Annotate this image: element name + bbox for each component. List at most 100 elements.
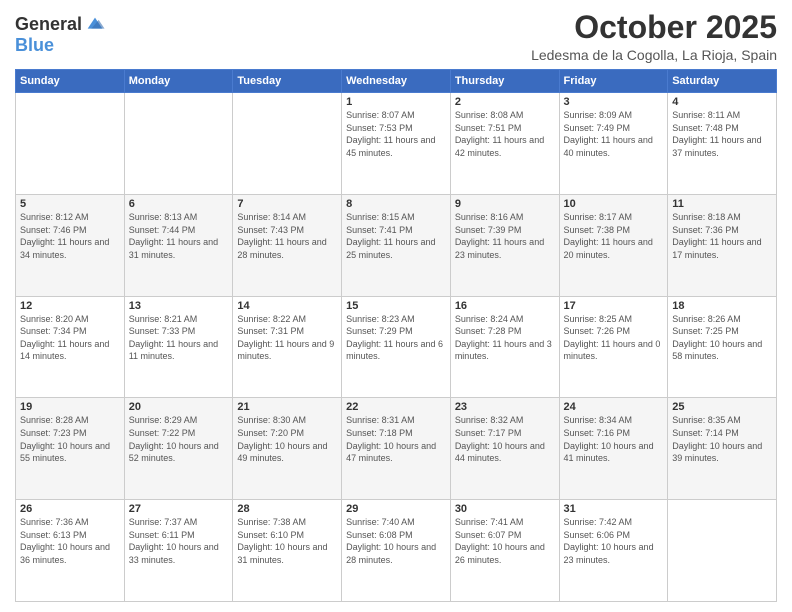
day-info: Sunrise: 8:08 AM Sunset: 7:51 PM Dayligh…	[455, 109, 555, 159]
calendar-cell: 14Sunrise: 8:22 AM Sunset: 7:31 PM Dayli…	[233, 296, 342, 398]
day-number: 11	[672, 198, 772, 210]
day-info: Sunrise: 7:36 AM Sunset: 6:13 PM Dayligh…	[20, 516, 120, 566]
day-number: 29	[346, 503, 446, 515]
day-number: 27	[129, 503, 229, 515]
day-number: 6	[129, 198, 229, 210]
calendar-cell: 24Sunrise: 8:34 AM Sunset: 7:16 PM Dayli…	[559, 398, 668, 500]
day-number: 22	[346, 401, 446, 413]
logo-text-general: General	[15, 15, 82, 35]
logo: General Blue	[15, 14, 106, 56]
day-info: Sunrise: 8:28 AM Sunset: 7:23 PM Dayligh…	[20, 414, 120, 464]
day-info: Sunrise: 8:13 AM Sunset: 7:44 PM Dayligh…	[129, 211, 229, 261]
day-info: Sunrise: 8:35 AM Sunset: 7:14 PM Dayligh…	[672, 414, 772, 464]
day-info: Sunrise: 7:40 AM Sunset: 6:08 PM Dayligh…	[346, 516, 446, 566]
calendar-cell: 31Sunrise: 7:42 AM Sunset: 6:06 PM Dayli…	[559, 500, 668, 602]
calendar-cell: 28Sunrise: 7:38 AM Sunset: 6:10 PM Dayli…	[233, 500, 342, 602]
day-header-wednesday: Wednesday	[342, 70, 451, 93]
day-info: Sunrise: 8:18 AM Sunset: 7:36 PM Dayligh…	[672, 211, 772, 261]
day-info: Sunrise: 8:31 AM Sunset: 7:18 PM Dayligh…	[346, 414, 446, 464]
calendar-cell: 3Sunrise: 8:09 AM Sunset: 7:49 PM Daylig…	[559, 93, 668, 195]
day-info: Sunrise: 7:42 AM Sunset: 6:06 PM Dayligh…	[564, 516, 664, 566]
logo-icon	[84, 14, 106, 36]
title-area: October 2025 Ledesma de la Cogolla, La R…	[531, 10, 777, 63]
day-header-thursday: Thursday	[450, 70, 559, 93]
day-number: 19	[20, 401, 120, 413]
day-number: 23	[455, 401, 555, 413]
day-number: 28	[237, 503, 337, 515]
day-info: Sunrise: 8:25 AM Sunset: 7:26 PM Dayligh…	[564, 313, 664, 363]
day-info: Sunrise: 8:34 AM Sunset: 7:16 PM Dayligh…	[564, 414, 664, 464]
day-header-monday: Monday	[124, 70, 233, 93]
day-number: 25	[672, 401, 772, 413]
calendar-cell	[668, 500, 777, 602]
calendar-cell: 27Sunrise: 7:37 AM Sunset: 6:11 PM Dayli…	[124, 500, 233, 602]
day-info: Sunrise: 7:38 AM Sunset: 6:10 PM Dayligh…	[237, 516, 337, 566]
calendar-cell: 30Sunrise: 7:41 AM Sunset: 6:07 PM Dayli…	[450, 500, 559, 602]
calendar-cell: 9Sunrise: 8:16 AM Sunset: 7:39 PM Daylig…	[450, 194, 559, 296]
day-info: Sunrise: 8:09 AM Sunset: 7:49 PM Dayligh…	[564, 109, 664, 159]
day-info: Sunrise: 8:20 AM Sunset: 7:34 PM Dayligh…	[20, 313, 120, 363]
day-number: 24	[564, 401, 664, 413]
calendar-cell: 20Sunrise: 8:29 AM Sunset: 7:22 PM Dayli…	[124, 398, 233, 500]
calendar-cell: 16Sunrise: 8:24 AM Sunset: 7:28 PM Dayli…	[450, 296, 559, 398]
calendar-cell: 18Sunrise: 8:26 AM Sunset: 7:25 PM Dayli…	[668, 296, 777, 398]
day-info: Sunrise: 8:11 AM Sunset: 7:48 PM Dayligh…	[672, 109, 772, 159]
day-number: 30	[455, 503, 555, 515]
day-number: 2	[455, 96, 555, 108]
calendar-cell: 10Sunrise: 8:17 AM Sunset: 7:38 PM Dayli…	[559, 194, 668, 296]
calendar-cell: 5Sunrise: 8:12 AM Sunset: 7:46 PM Daylig…	[16, 194, 125, 296]
day-info: Sunrise: 8:26 AM Sunset: 7:25 PM Dayligh…	[672, 313, 772, 363]
day-number: 8	[346, 198, 446, 210]
day-number: 16	[455, 300, 555, 312]
calendar-cell: 19Sunrise: 8:28 AM Sunset: 7:23 PM Dayli…	[16, 398, 125, 500]
day-header-sunday: Sunday	[16, 70, 125, 93]
page-header: General Blue October 2025 Ledesma de la …	[15, 10, 777, 63]
calendar-cell: 1Sunrise: 8:07 AM Sunset: 7:53 PM Daylig…	[342, 93, 451, 195]
calendar-cell: 25Sunrise: 8:35 AM Sunset: 7:14 PM Dayli…	[668, 398, 777, 500]
day-info: Sunrise: 8:32 AM Sunset: 7:17 PM Dayligh…	[455, 414, 555, 464]
day-info: Sunrise: 8:14 AM Sunset: 7:43 PM Dayligh…	[237, 211, 337, 261]
calendar-cell: 11Sunrise: 8:18 AM Sunset: 7:36 PM Dayli…	[668, 194, 777, 296]
day-number: 31	[564, 503, 664, 515]
day-number: 13	[129, 300, 229, 312]
calendar-cell: 7Sunrise: 8:14 AM Sunset: 7:43 PM Daylig…	[233, 194, 342, 296]
calendar-cell: 26Sunrise: 7:36 AM Sunset: 6:13 PM Dayli…	[16, 500, 125, 602]
day-number: 15	[346, 300, 446, 312]
day-number: 12	[20, 300, 120, 312]
calendar-cell	[16, 93, 125, 195]
location: Ledesma de la Cogolla, La Rioja, Spain	[531, 47, 777, 63]
calendar-cell	[124, 93, 233, 195]
day-header-tuesday: Tuesday	[233, 70, 342, 93]
day-number: 3	[564, 96, 664, 108]
day-number: 26	[20, 503, 120, 515]
day-number: 10	[564, 198, 664, 210]
day-number: 1	[346, 96, 446, 108]
day-number: 7	[237, 198, 337, 210]
calendar-cell: 4Sunrise: 8:11 AM Sunset: 7:48 PM Daylig…	[668, 93, 777, 195]
calendar-cell: 22Sunrise: 8:31 AM Sunset: 7:18 PM Dayli…	[342, 398, 451, 500]
day-info: Sunrise: 8:29 AM Sunset: 7:22 PM Dayligh…	[129, 414, 229, 464]
day-info: Sunrise: 8:16 AM Sunset: 7:39 PM Dayligh…	[455, 211, 555, 261]
day-info: Sunrise: 8:22 AM Sunset: 7:31 PM Dayligh…	[237, 313, 337, 363]
day-number: 18	[672, 300, 772, 312]
calendar-cell: 21Sunrise: 8:30 AM Sunset: 7:20 PM Dayli…	[233, 398, 342, 500]
calendar-cell: 29Sunrise: 7:40 AM Sunset: 6:08 PM Dayli…	[342, 500, 451, 602]
day-number: 9	[455, 198, 555, 210]
calendar-cell: 13Sunrise: 8:21 AM Sunset: 7:33 PM Dayli…	[124, 296, 233, 398]
calendar-cell: 17Sunrise: 8:25 AM Sunset: 7:26 PM Dayli…	[559, 296, 668, 398]
calendar-table: SundayMondayTuesdayWednesdayThursdayFrid…	[15, 69, 777, 602]
day-info: Sunrise: 8:30 AM Sunset: 7:20 PM Dayligh…	[237, 414, 337, 464]
day-number: 20	[129, 401, 229, 413]
day-info: Sunrise: 7:41 AM Sunset: 6:07 PM Dayligh…	[455, 516, 555, 566]
logo-text-blue: Blue	[15, 35, 54, 55]
day-number: 5	[20, 198, 120, 210]
day-number: 14	[237, 300, 337, 312]
day-number: 4	[672, 96, 772, 108]
calendar-cell: 8Sunrise: 8:15 AM Sunset: 7:41 PM Daylig…	[342, 194, 451, 296]
calendar-cell	[233, 93, 342, 195]
day-number: 17	[564, 300, 664, 312]
day-info: Sunrise: 8:15 AM Sunset: 7:41 PM Dayligh…	[346, 211, 446, 261]
calendar-cell: 2Sunrise: 8:08 AM Sunset: 7:51 PM Daylig…	[450, 93, 559, 195]
day-info: Sunrise: 8:12 AM Sunset: 7:46 PM Dayligh…	[20, 211, 120, 261]
day-info: Sunrise: 8:07 AM Sunset: 7:53 PM Dayligh…	[346, 109, 446, 159]
